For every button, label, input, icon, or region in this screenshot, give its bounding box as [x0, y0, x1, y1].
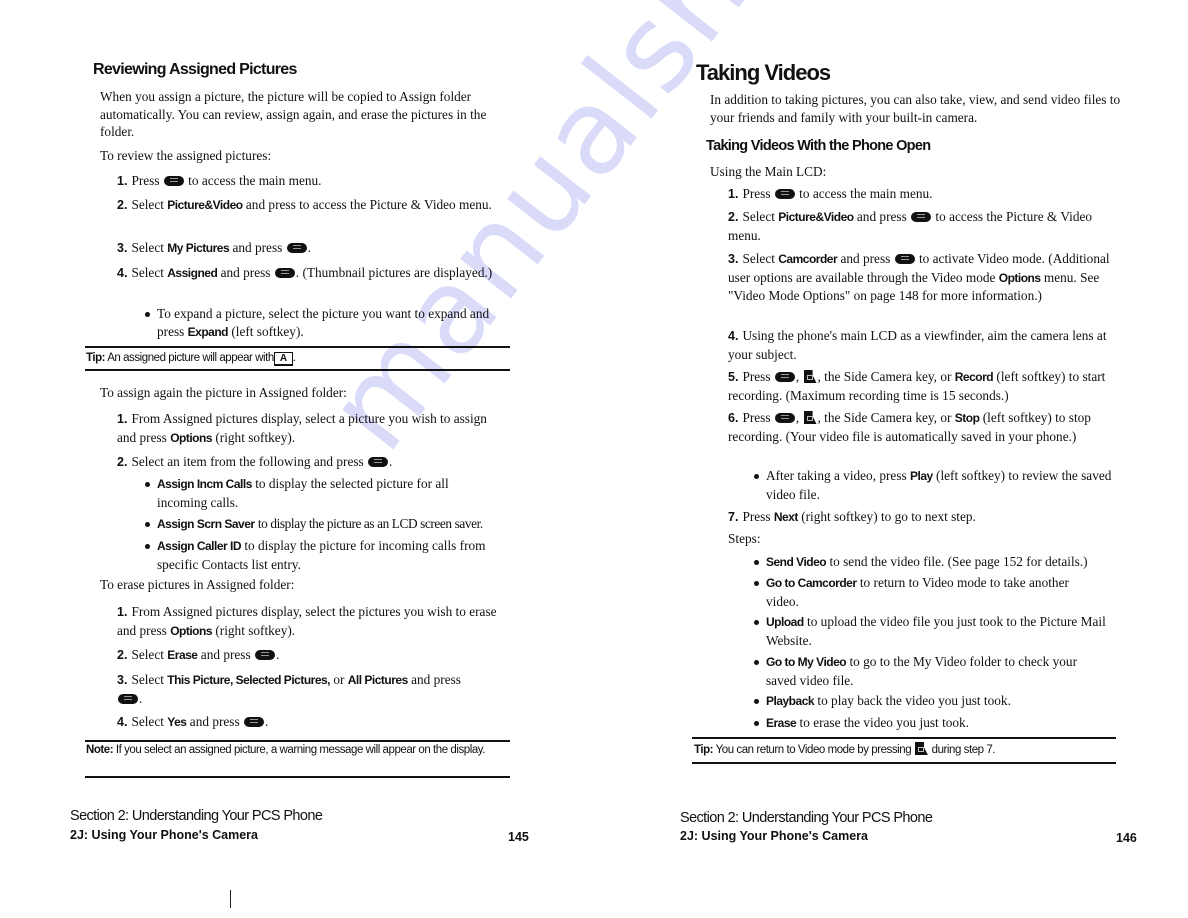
step6-bullet: After taking a video, press Play (left s…: [754, 467, 1116, 503]
page-number: 145: [508, 830, 529, 844]
menu-ok-key-icon: [118, 693, 138, 704]
assign-bullet: Assign Incm Calls to display the selecte…: [145, 475, 487, 511]
tip-rule-top: [692, 737, 1116, 739]
lcd-lead: Using the Main LCD:: [710, 164, 827, 179]
note-box: Note: If you select an assigned picture,…: [86, 744, 485, 756]
option-item: Playback to play back the video you just…: [754, 692, 1106, 711]
assign-step-1: 1. From Assigned pictures display, select…: [117, 411, 487, 445]
option-item: Send Video to send the video file. (See …: [754, 553, 1126, 572]
page-title: Taking Videos: [696, 60, 831, 85]
steps-label: Steps:: [728, 531, 761, 546]
crop-mark: [230, 890, 231, 908]
review-lead: To review the assigned pictures:: [100, 148, 272, 163]
bullet-icon: [145, 544, 150, 549]
bullet-icon: [754, 560, 759, 565]
menu-ok-key-icon: [894, 254, 915, 264]
side-camera-key-icon: [803, 370, 817, 383]
tip-rule-bottom: [692, 762, 1116, 764]
intro-paragraph: In addition to taking pictures, you can …: [710, 92, 1121, 125]
erase-step-4: 4. Select Yes and press .: [117, 714, 269, 729]
bullet-icon: [145, 312, 150, 317]
intro-paragraph: When you assign a picture, the picture w…: [100, 89, 487, 139]
page-number: 146: [1116, 831, 1137, 845]
bullet-icon: [754, 660, 759, 665]
video-step-5: 5. Press , , the Side Camera key, or Reco…: [728, 369, 1106, 403]
option-item: Erase to erase the video you just took.: [754, 714, 1106, 733]
subheading: Taking Videos With the Phone Open: [706, 138, 931, 154]
section-heading: Reviewing Assigned Pictures: [93, 61, 297, 78]
review-step-4: 4. Select Assigned and press . (Thumbnail…: [117, 265, 493, 280]
side-camera-key-icon: [803, 411, 817, 424]
note-rule-bottom: [85, 776, 510, 778]
footer-section: Section 2: Understanding Your PCS Phone: [70, 808, 323, 824]
footer-chapter: 2J: Using Your Phone's Camera: [70, 828, 258, 842]
option-item: Go to My Video to go to the My Video fol…: [754, 653, 1106, 689]
menu-ok-key-icon: [254, 650, 275, 660]
review-step-1: 1. Press to access the main menu.: [117, 173, 322, 188]
assigned-badge-icon: A: [273, 352, 293, 366]
menu-ok-key-icon: [243, 717, 264, 727]
bullet-icon: [754, 721, 759, 726]
review-step-3: 3. Select My Pictures and press .: [117, 240, 311, 255]
video-step-2: 2. Select Picture&Video and press to acce…: [728, 209, 1093, 243]
video-step-6: 6. Press , , the Side Camera key, or Stop…: [728, 410, 1091, 444]
video-step-7: 7. Press Next (right softkey) to go to ne…: [728, 509, 976, 524]
menu-ok-key-icon: [774, 413, 795, 423]
assign-lead: To assign again the picture in Assigned …: [100, 385, 347, 400]
menu-ok-key-icon: [911, 212, 932, 222]
right-page: Taking Videos In addition to taking pict…: [594, 0, 1188, 918]
menu-ok-key-icon: [368, 457, 389, 467]
review-step-2: 2. Select Picture&Video and press to acce…: [117, 197, 492, 212]
tip-box: Tip: An assigned picture will appear wit…: [86, 352, 296, 366]
tip-rule-bottom: [85, 369, 510, 371]
bullet-icon: [145, 522, 150, 527]
erase-lead: To erase pictures in Assigned folder:: [100, 577, 295, 592]
footer-section: Section 2: Understanding Your PCS Phone: [680, 810, 933, 826]
option-item: Go to Camcorder to return to Video mode …: [754, 574, 1096, 610]
erase-step-2: 2. Select Erase and press .: [117, 647, 280, 662]
menu-ok-key-icon: [774, 372, 795, 382]
tip-box: Tip: You can return to Video mode by pre…: [694, 742, 996, 756]
bullet-icon: [145, 482, 150, 487]
bullet-icon: [754, 581, 759, 586]
menu-ok-key-icon: [163, 176, 184, 186]
assign-bullet: Assign Scrn Saver to display the picture…: [145, 515, 517, 534]
menu-ok-key-icon: [774, 189, 795, 199]
bullet-icon: [754, 620, 759, 625]
option-item: Upload to upload the video file you just…: [754, 613, 1106, 649]
left-page: Reviewing Assigned Pictures When you ass…: [0, 0, 594, 918]
bullet-icon: [754, 699, 759, 704]
erase-step-3: 3. Select This Picture, Selected Pictures…: [117, 672, 461, 706]
bullet-icon: [754, 474, 759, 479]
tip-rule-top: [85, 346, 510, 348]
video-step-3: 3. Select Camcorder and press to activate…: [728, 251, 1110, 303]
footer-chapter: 2J: Using Your Phone's Camera: [680, 829, 868, 843]
side-camera-key-icon: [914, 742, 928, 755]
video-step-1: 1. Press to access the main menu.: [728, 186, 933, 201]
assign-step-2: 2. Select an item from the following and …: [117, 454, 393, 469]
assign-bullet: Assign Caller ID to display the picture …: [145, 537, 487, 573]
erase-step-1: 1. From Assigned pictures display, select…: [117, 604, 497, 638]
video-step-4: 4. Using the phone's main LCD as a viewfi…: [728, 328, 1107, 362]
menu-ok-key-icon: [274, 268, 295, 278]
review-bullet: To expand a picture, select the picture …: [145, 305, 512, 341]
menu-ok-key-icon: [286, 243, 307, 253]
